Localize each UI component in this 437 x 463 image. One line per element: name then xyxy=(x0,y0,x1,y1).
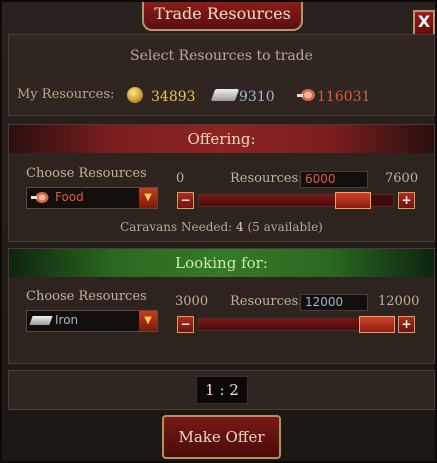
food-amount: 116031 xyxy=(317,89,371,105)
offer-resource-select[interactable]: Food ▼ xyxy=(26,187,158,209)
gold-amount: 34893 xyxy=(151,89,196,105)
gold-coin-icon xyxy=(127,87,143,103)
offer-choose-label: Choose Resources xyxy=(26,166,147,181)
looking-for-section: Looking for: Choose Resources Iron ▼ 300… xyxy=(8,248,435,364)
ratio-panel: 1 : 2 xyxy=(8,370,435,410)
look-increase-button[interactable]: + xyxy=(398,316,415,333)
offer-increase-button[interactable]: + xyxy=(398,192,415,209)
look-decrease-button[interactable]: − xyxy=(177,316,194,333)
meat-icon xyxy=(31,192,49,203)
offer-slider-fill xyxy=(199,195,353,206)
look-choose-label: Choose Resources xyxy=(26,289,147,304)
window-title: Trade Resources xyxy=(142,2,303,31)
offer-decrease-button[interactable]: − xyxy=(177,192,194,209)
looking-for-header: Looking for: xyxy=(9,249,434,277)
caravans-label: Caravans Needed: xyxy=(120,220,233,234)
trade-window: Trade Resources X Select Resources to tr… xyxy=(0,0,437,463)
resources-summary-panel: Select Resources to trade My Resources: … xyxy=(8,34,435,116)
look-resources-label: Resources: xyxy=(230,294,303,309)
my-resources-row: My Resources: 34893 9310 116031 xyxy=(17,87,427,109)
offer-slider-track[interactable] xyxy=(198,192,394,209)
trade-ratio: 1 : 2 xyxy=(196,376,248,404)
offer-max: 7600 xyxy=(385,171,419,186)
look-max: 12000 xyxy=(378,294,420,309)
caravans-needed-text: Caravans Needed: 4 (5 available) xyxy=(9,220,434,234)
offer-min: 0 xyxy=(176,171,185,186)
look-resource-select[interactable]: Iron ▼ xyxy=(26,310,158,332)
offer-amount-input[interactable]: 6000 xyxy=(300,171,368,188)
look-slider-track[interactable] xyxy=(198,316,395,333)
my-resources-label: My Resources: xyxy=(17,87,115,102)
meat-icon xyxy=(297,89,315,101)
look-slider-fill xyxy=(199,319,376,330)
chevron-down-icon[interactable]: ▼ xyxy=(139,188,157,208)
iron-ingot-icon xyxy=(210,89,240,101)
iron-amount: 9310 xyxy=(239,89,275,105)
close-button[interactable]: X xyxy=(413,10,435,36)
look-amount-input[interactable]: 12000 xyxy=(300,294,368,311)
look-min: 3000 xyxy=(175,294,209,309)
offer-resources-label: Resources: xyxy=(230,171,303,186)
chevron-down-icon[interactable]: ▼ xyxy=(139,311,157,331)
iron-ingot-icon xyxy=(29,316,53,325)
offer-selected-resource: Food xyxy=(55,190,84,204)
offer-slider-handle[interactable] xyxy=(335,192,372,209)
trade-subtitle: Select Resources to trade xyxy=(130,48,313,64)
offering-header: Offering: xyxy=(9,125,434,153)
offering-section: Offering: Choose Resources Food ▼ 0 Reso… xyxy=(8,124,435,242)
caravans-available: (5 available) xyxy=(247,220,323,234)
look-selected-resource: Iron xyxy=(55,313,79,327)
look-slider-handle[interactable] xyxy=(359,316,395,333)
caravans-count: 4 xyxy=(236,220,244,234)
make-offer-button[interactable]: Make Offer xyxy=(162,415,281,459)
